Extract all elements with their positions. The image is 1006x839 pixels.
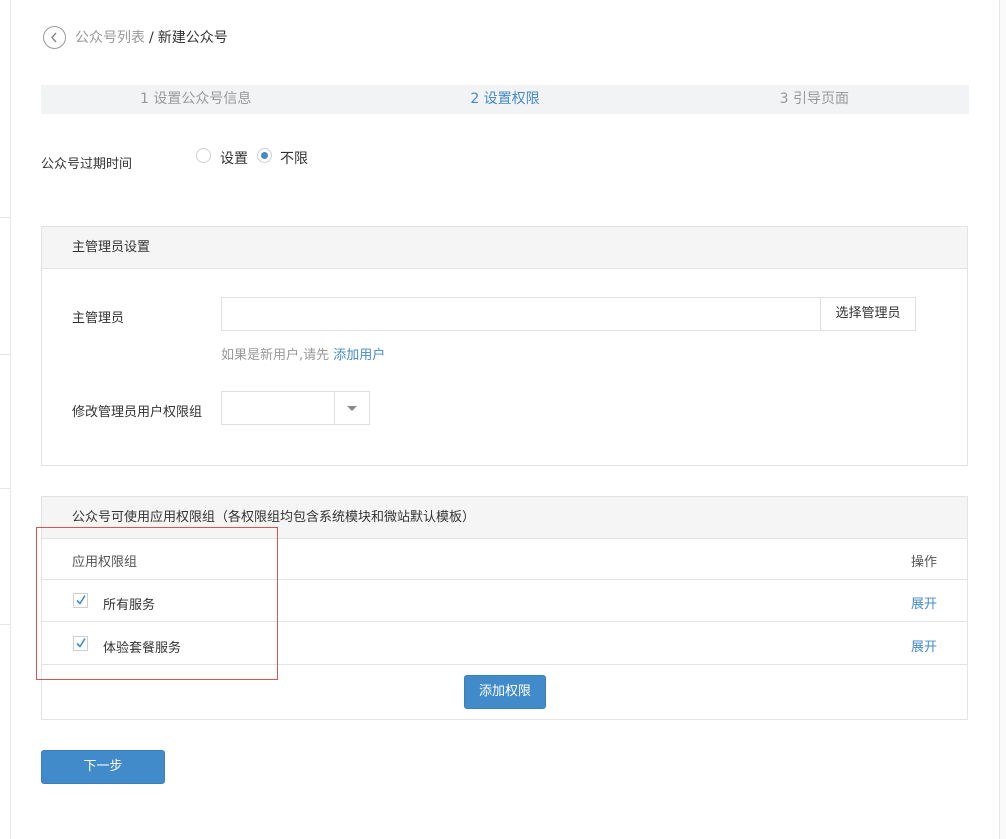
expiry-set-radio[interactable] <box>196 148 211 163</box>
chevron-left-icon <box>51 32 57 43</box>
sidebar-divider <box>0 624 10 625</box>
row-checkbox[interactable] <box>73 636 88 651</box>
admin-input[interactable] <box>221 297 821 331</box>
admin-panel-title: 主管理员设置 <box>42 227 967 269</box>
admin-group-select[interactable] <box>221 391 370 425</box>
table-row: 所有服务 展开 <box>42 580 967 622</box>
row-checkbox[interactable] <box>73 593 88 608</box>
step-guide-page: 3 引导页面 <box>779 91 849 107</box>
column-header-action: 操作 <box>910 555 937 570</box>
select-admin-button[interactable]: 选择管理员 <box>820 297 916 331</box>
scrollbar-track[interactable] <box>999 0 1006 839</box>
left-sidebar-edge <box>0 0 11 839</box>
row-group-name: 所有服务 <box>103 598 156 613</box>
permission-panel-title: 公众号可使用应用权限组（各权限组均包含系统模块和微站默认模板） <box>42 497 967 539</box>
breadcrumb: 公众号列表 / 新建公众号 <box>75 29 228 47</box>
row-group-name: 体验套餐服务 <box>103 641 182 656</box>
admin-settings-panel: 主管理员设置 <box>41 226 968 466</box>
expiry-unlimited-radio[interactable] <box>257 148 272 163</box>
add-permission-button[interactable]: 添加权限 <box>464 675 546 709</box>
wizard-steps: 1 设置公众号信息 2 设置权限 3 引导页面 <box>41 85 969 114</box>
expiry-set-label[interactable]: 设置 <box>220 148 248 168</box>
breadcrumb-account-list-link[interactable]: 公众号列表 <box>75 30 145 46</box>
add-user-link[interactable]: 添加用户 <box>333 348 385 363</box>
next-step-button[interactable]: 下一步 <box>41 750 165 784</box>
sidebar-divider <box>0 354 10 355</box>
table-header-row: 应用权限组 操作 <box>42 538 967 580</box>
expand-link[interactable]: 展开 <box>911 593 937 612</box>
sidebar-divider <box>0 217 10 218</box>
breadcrumb-current: 新建公众号 <box>157 30 228 46</box>
admin-label: 主管理员 <box>72 311 125 326</box>
checkmark-icon <box>76 638 86 648</box>
caret-down-icon <box>347 406 357 411</box>
select-divider <box>334 392 335 424</box>
add-user-hint-text: 如果是新用户,请先 <box>221 348 330 363</box>
table-row: 体验套餐服务 展开 <box>42 623 967 665</box>
expiry-label: 公众号过期时间 <box>41 157 133 172</box>
sidebar-divider <box>0 488 10 489</box>
step-set-permissions: 2 设置权限 <box>470 91 540 107</box>
expiry-unlimited-label[interactable]: 不限 <box>280 148 308 168</box>
breadcrumb-separator: / <box>149 30 154 46</box>
add-user-hint: 如果是新用户,请先 添加用户 <box>221 344 385 363</box>
step-account-info: 1 设置公众号信息 <box>139 91 252 107</box>
back-button[interactable] <box>43 26 66 49</box>
column-header-group: 应用权限组 <box>72 555 138 570</box>
expand-link[interactable]: 展开 <box>911 636 937 655</box>
admin-group-label: 修改管理员用户权限组 <box>72 405 203 420</box>
checkmark-icon <box>76 595 86 605</box>
